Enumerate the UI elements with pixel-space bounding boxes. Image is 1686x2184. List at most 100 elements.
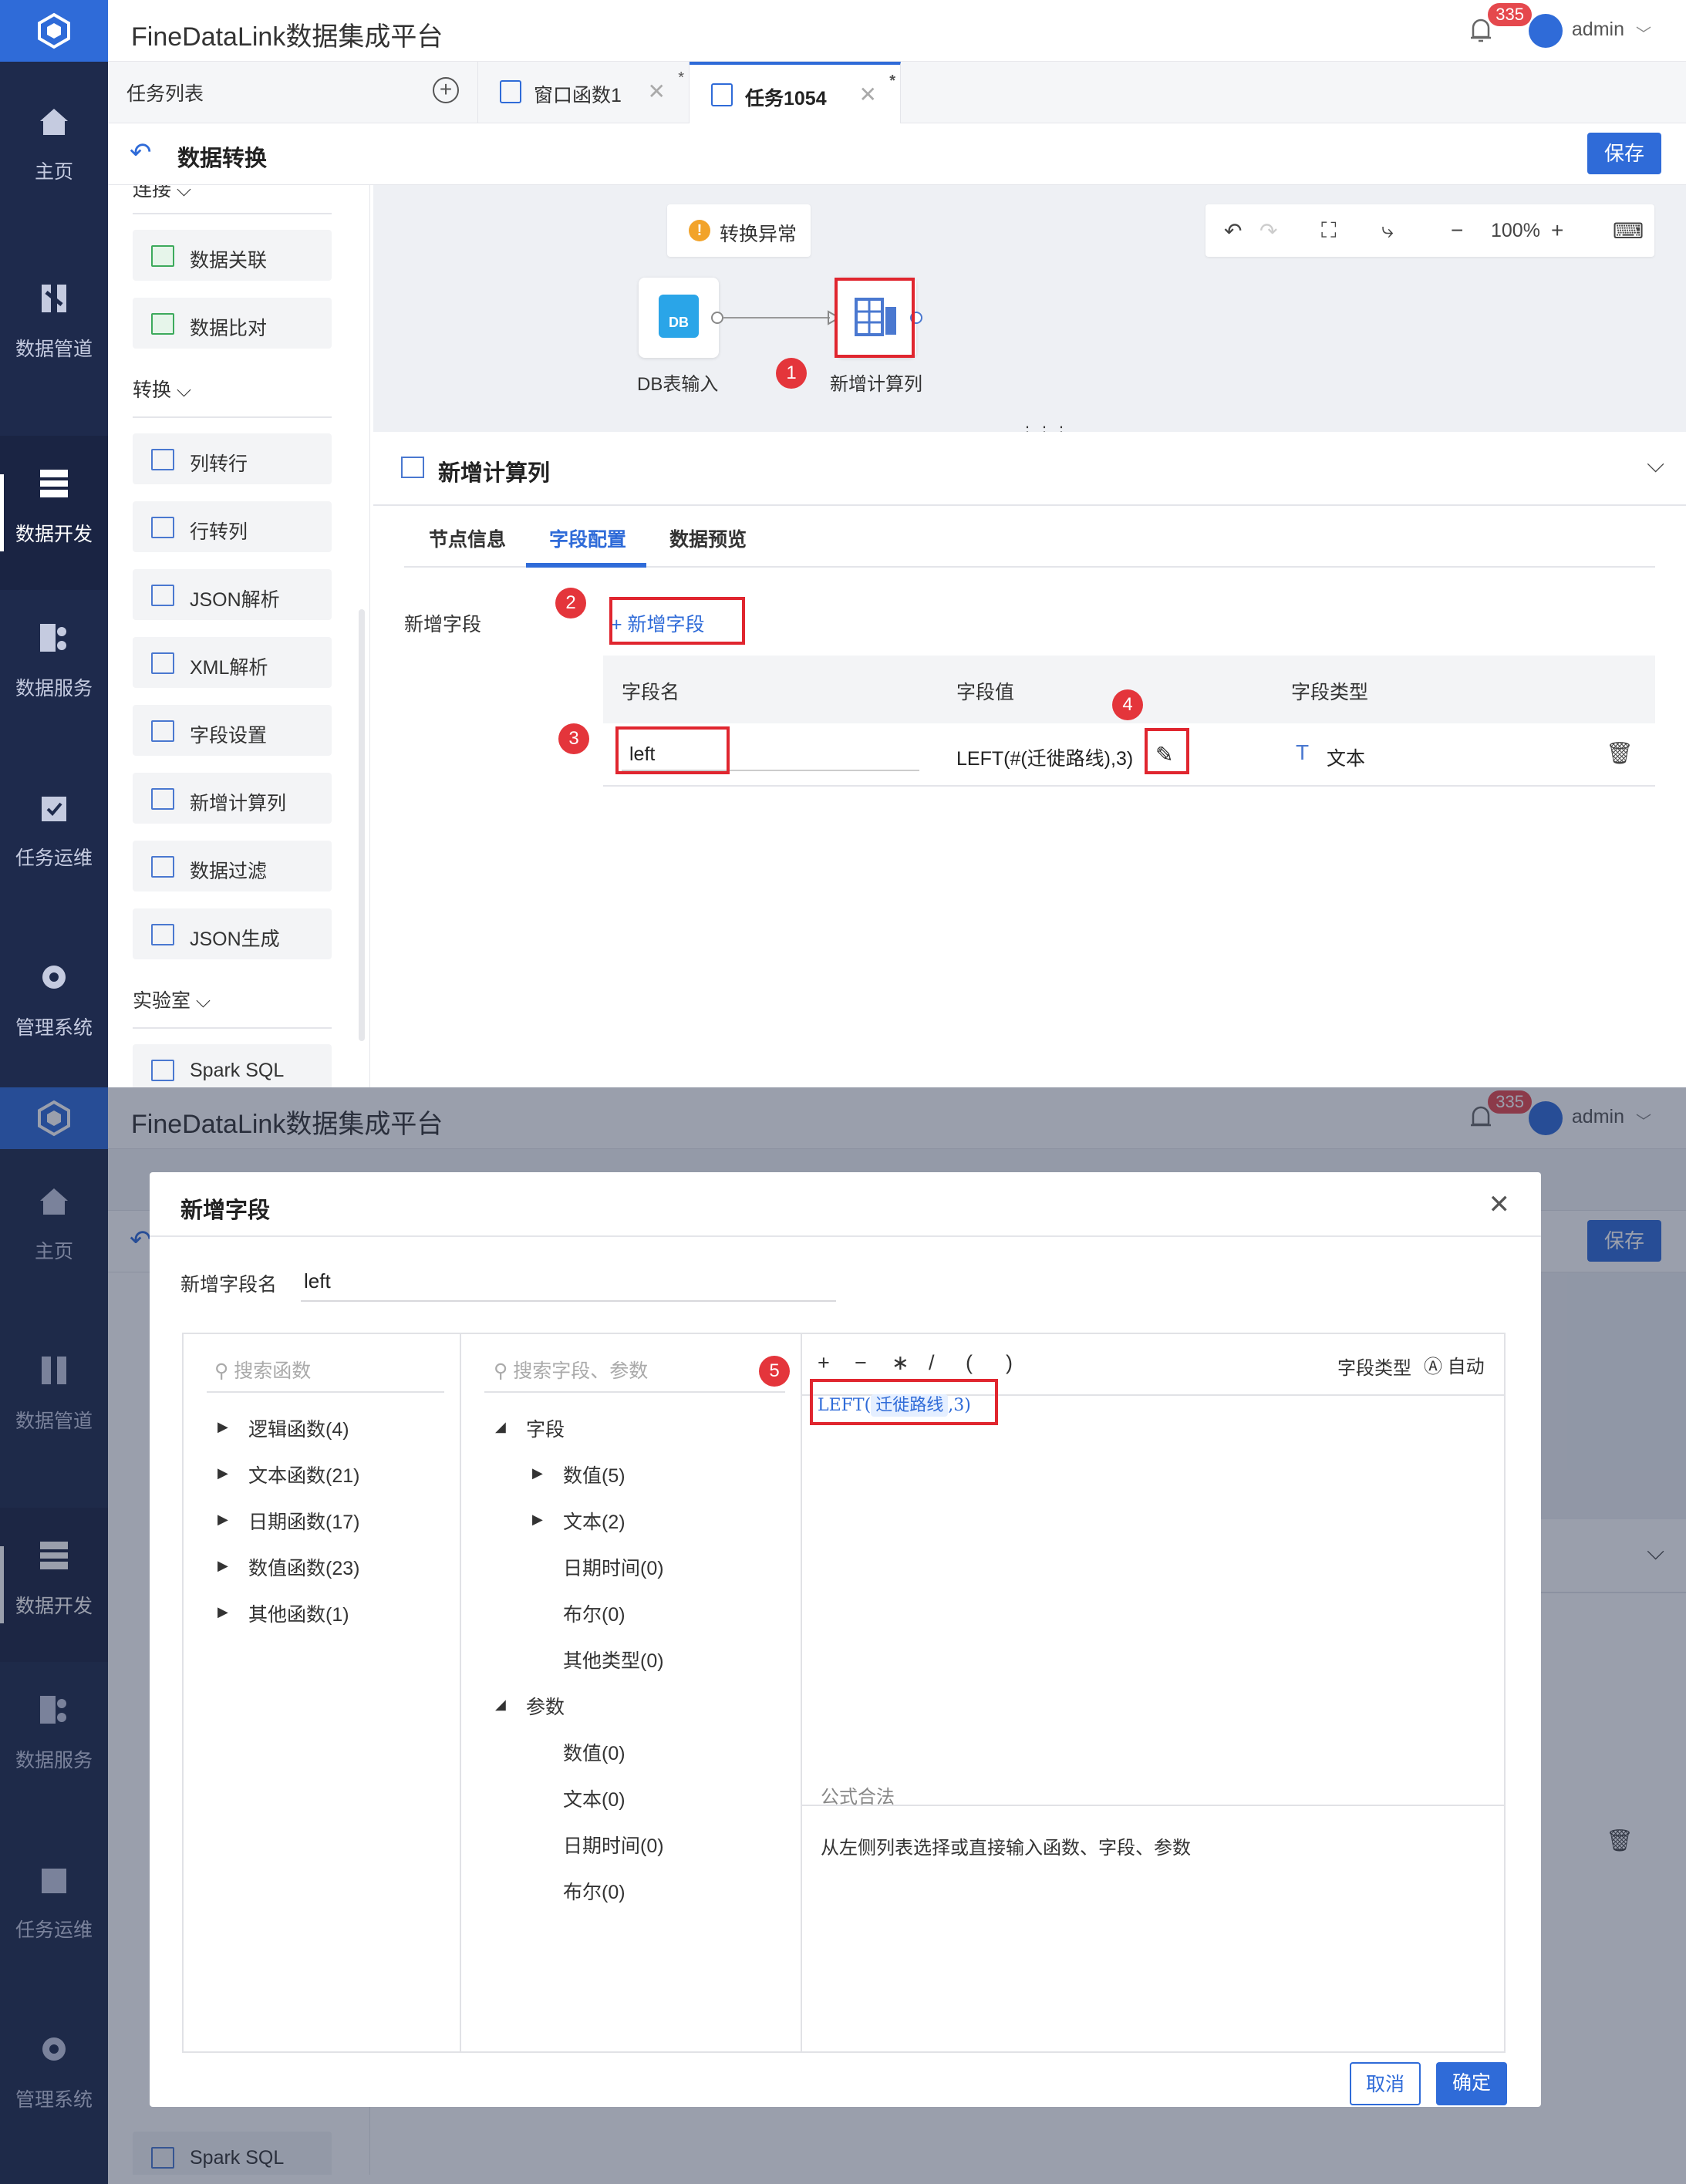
palette-item[interactable]: 数据比对 [133, 298, 332, 349]
tree-node[interactable]: 文本(0) [563, 1785, 626, 1812]
avatar[interactable] [1529, 14, 1563, 48]
config-header: 新增计算列 ⌵ [373, 432, 1686, 506]
back-icon[interactable]: ↶ [130, 137, 152, 168]
tree-node[interactable]: 数值(5) [563, 1461, 626, 1488]
task-list-label: 任务列表 [126, 83, 204, 105]
palette-item[interactable]: 数据过滤 [133, 841, 332, 891]
unsaved-mark: * [889, 72, 895, 89]
tree-node[interactable]: 日期时间(0) [563, 1553, 664, 1581]
tab-node-info[interactable]: 节点信息 [429, 524, 506, 552]
palette-item[interactable]: 列转行 [133, 433, 332, 484]
tab-field-config[interactable]: 字段配置 [549, 524, 626, 552]
expand-icon[interactable]: ▶ [217, 1419, 228, 1435]
field-name-input[interactable]: left [304, 1269, 331, 1293]
zoom-out-icon[interactable]: − [1451, 218, 1463, 243]
palette-item[interactable]: Spark SQL [133, 1044, 332, 1087]
tree-node[interactable]: 日期时间(0) [563, 1831, 664, 1859]
input-underline [301, 1300, 836, 1302]
tree-node[interactable]: 数值(0) [563, 1738, 626, 1766]
op-plus[interactable]: + [818, 1351, 830, 1375]
nav-ops[interactable]: 任务运维 [0, 790, 108, 945]
close-icon[interactable]: ✕ [1489, 1189, 1511, 1220]
func-search-input[interactable]: ⚲ 搜索函数 [214, 1356, 311, 1384]
expand-icon[interactable]: ▶ [217, 1604, 228, 1620]
func-category[interactable]: 数值函数(23) [248, 1553, 359, 1581]
palette-item[interactable]: 行转列 [133, 501, 332, 552]
highlight-box [609, 597, 745, 645]
tree-group[interactable]: 字段 [526, 1414, 565, 1442]
palette-scrollbar[interactable] [359, 609, 365, 1041]
group-title-connect[interactable]: 连接 ⌵ [133, 185, 191, 202]
zoom-in-icon[interactable]: + [1551, 218, 1563, 243]
palette-item[interactable]: JSON解析 [133, 569, 332, 620]
nav-pipeline[interactable]: 数据管道 [0, 281, 108, 436]
chevron-down-icon[interactable]: ⌵ [1647, 452, 1664, 478]
collapse-icon[interactable]: ◢ [495, 1419, 506, 1435]
palette-item-label: 数据比对 [190, 318, 268, 339]
fit-view-icon[interactable]: ⛶ [1321, 218, 1337, 244]
group-title-lab[interactable]: 实验室 ⌵ [133, 986, 211, 1013]
tree-node[interactable]: 文本(2) [563, 1507, 626, 1535]
redo-icon[interactable]: ↷ [1259, 218, 1277, 244]
tree-node[interactable]: 其他类型(0) [563, 1646, 664, 1673]
nav-label: 管理系统 [15, 1017, 93, 1039]
close-icon[interactable]: ✕ [859, 82, 877, 107]
palette-item[interactable]: 新增计算列 [133, 773, 332, 824]
group-title-transform[interactable]: 转换 ⌵ [133, 375, 191, 403]
op-divide[interactable]: / [929, 1351, 935, 1375]
dialog-title: 新增字段 [180, 1198, 271, 1223]
undo-icon[interactable]: ↶ [1224, 218, 1242, 244]
type-select[interactable]: Ⓐ 自动 [1424, 1351, 1485, 1378]
close-icon[interactable]: ✕ [648, 79, 666, 104]
func-category[interactable]: 其他函数(1) [248, 1599, 349, 1627]
divider [133, 213, 332, 214]
collapse-icon[interactable]: ◢ [495, 1697, 506, 1713]
type-value: 自动 [1447, 1357, 1485, 1377]
task-list-toggle[interactable]: 任务列表 + [108, 62, 478, 123]
calc-column-icon [401, 457, 424, 478]
nav-dev[interactable]: 数据开发 [0, 436, 108, 590]
home-icon [40, 109, 68, 135]
expand-icon[interactable]: ▶ [532, 1465, 543, 1481]
layout-icon[interactable]: ⤷ [1381, 218, 1394, 244]
op-minus[interactable]: − [855, 1351, 867, 1375]
save-button[interactable]: 保存 [1587, 133, 1661, 174]
cancel-button[interactable]: 取消 [1350, 2062, 1421, 2105]
expand-icon[interactable]: ▶ [217, 1465, 228, 1481]
op-lparen[interactable]: ( [966, 1351, 973, 1375]
tree-node[interactable]: 布尔(0) [563, 1877, 626, 1905]
palette-item[interactable]: 数据关联 [133, 230, 332, 281]
warning-status[interactable]: ! 转换异常 [667, 204, 811, 257]
nav-admin[interactable]: 管理系统 [0, 960, 108, 1087]
nav-label: 数据开发 [15, 524, 93, 545]
tree-node[interactable]: 布尔(0) [563, 1599, 626, 1627]
palette-item[interactable]: 字段设置 [133, 705, 332, 756]
op-rparen[interactable]: ) [1006, 1351, 1013, 1375]
palette-item[interactable]: XML解析 [133, 637, 332, 688]
function-pane: ⚲ 搜索函数 ▶ 逻辑函数(4) ▶ 文本函数(21) ▶ 日期函数(17) ▶ 数值函… [182, 1333, 461, 2053]
func-category[interactable]: 文本函数(21) [248, 1461, 359, 1488]
tab-data-preview[interactable]: 数据预览 [669, 524, 747, 552]
nav-service[interactable]: 数据服务 [0, 621, 108, 775]
confirm-button[interactable]: 确定 [1436, 2062, 1507, 2105]
chevron-down-icon[interactable]: ﹀ [1636, 22, 1651, 44]
tab-task1054[interactable]: 任务1054 ✕ * [690, 62, 901, 123]
expand-icon[interactable]: ▶ [217, 1512, 228, 1528]
tab-window-func[interactable]: 窗口函数1 ✕ * [478, 62, 690, 123]
palette-item[interactable]: JSON生成 [133, 908, 332, 959]
nav-home[interactable]: 主页 [0, 104, 108, 258]
app-title: FineDataLink数据集成平台 [131, 22, 443, 52]
tree-group[interactable]: 参数 [526, 1692, 565, 1720]
node-db-input[interactable]: DB [639, 278, 719, 358]
trash-icon[interactable]: 🗑 [1606, 740, 1634, 766]
user-name[interactable]: admin [1572, 19, 1624, 41]
op-multiply[interactable]: ∗ [892, 1351, 909, 1375]
expand-icon[interactable]: ▶ [532, 1512, 543, 1528]
add-task-icon[interactable]: + [433, 77, 459, 103]
func-category[interactable]: 日期函数(17) [248, 1507, 359, 1535]
func-category[interactable]: 逻辑函数(4) [248, 1414, 349, 1442]
db-icon: DB [659, 295, 699, 338]
keyboard-icon[interactable]: ⌨ [1613, 218, 1644, 244]
expand-icon[interactable]: ▶ [217, 1558, 228, 1574]
field-search-input[interactable]: ⚲ 搜索字段、参数 [494, 1356, 648, 1384]
